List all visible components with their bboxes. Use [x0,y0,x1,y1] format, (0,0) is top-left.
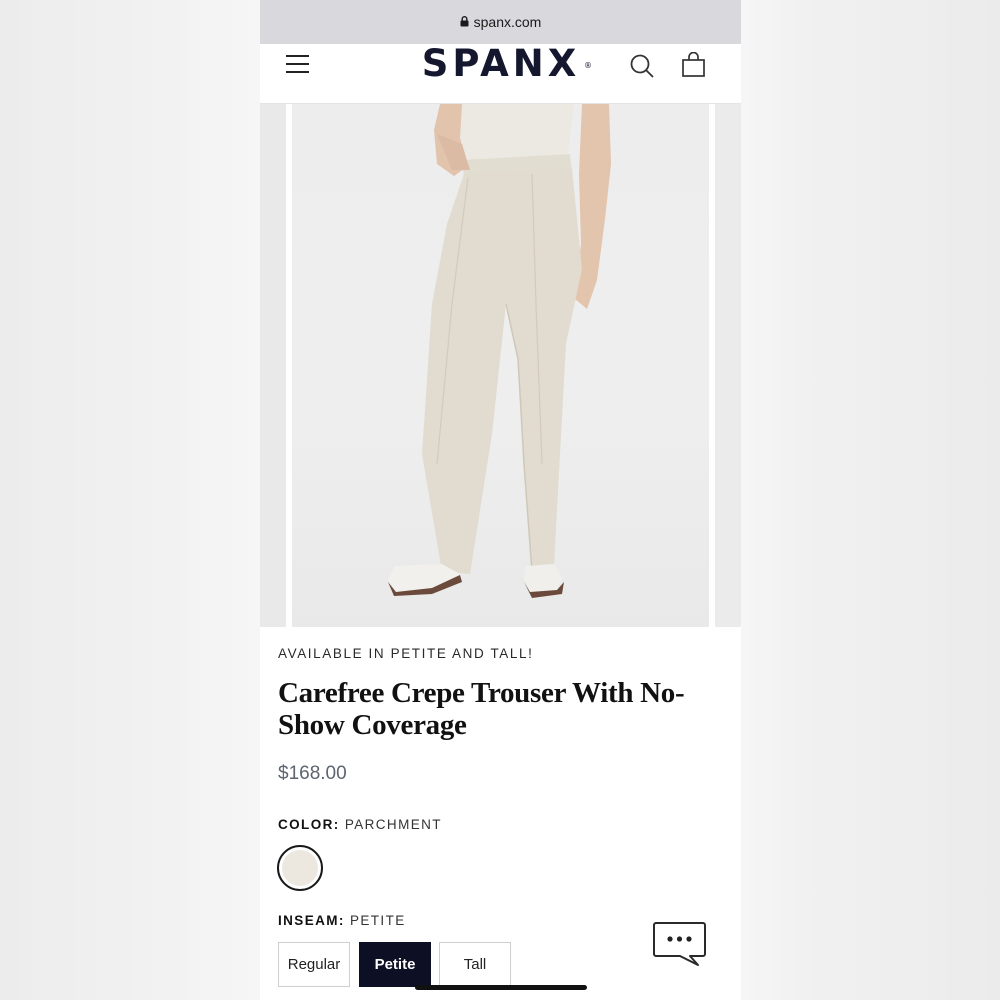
site-header: SPANX ® [260,44,741,104]
search-icon[interactable] [629,53,655,79]
url-text: spanx.com [473,14,542,30]
product-price: $168.00 [278,763,347,784]
home-indicator[interactable] [415,985,587,990]
model-wearing-trousers-illustration [388,104,611,598]
inseam-option-petite[interactable]: Petite [359,942,431,987]
previous-slide-peek[interactable] [260,104,286,627]
color-value: PARCHMENT [344,817,442,832]
lock-icon [460,14,469,30]
hamburger-menu-icon[interactable] [286,54,310,76]
next-slide-peek[interactable] [715,104,741,627]
logo-text: SPANX [421,42,581,85]
shopping-bag-icon[interactable] [681,51,707,78]
color-label: COLOR: [278,817,340,832]
inseam-value: PETITE [349,913,406,928]
inseam-option-regular[interactable]: Regular [278,942,350,987]
product-image-carousel[interactable] [260,104,741,627]
spanx-logo[interactable]: SPANX ® [410,44,592,84]
availability-eyebrow: AVAILABLE IN PETITE AND TALL! [278,646,534,661]
inseam-selector-label: INSEAM: PETITE [278,913,406,928]
color-swatch-parchment[interactable] [277,845,323,891]
mobile-viewport: spanx.com SPANX ® AVAILABLE IN PETITE AN… [260,0,741,1000]
browser-url-bar[interactable]: spanx.com [260,0,741,44]
product-image[interactable] [292,104,709,627]
product-title: Carefree Crepe Trouser With No-Show Cove… [278,677,685,741]
inseam-label: INSEAM: [278,913,345,928]
swatch-fill [282,850,318,886]
inseam-option-tall[interactable]: Tall [439,942,511,987]
color-selector-label: COLOR: PARCHMENT [278,817,442,832]
registered-mark: ® [584,61,596,70]
chat-bubble-icon[interactable] [652,920,708,968]
